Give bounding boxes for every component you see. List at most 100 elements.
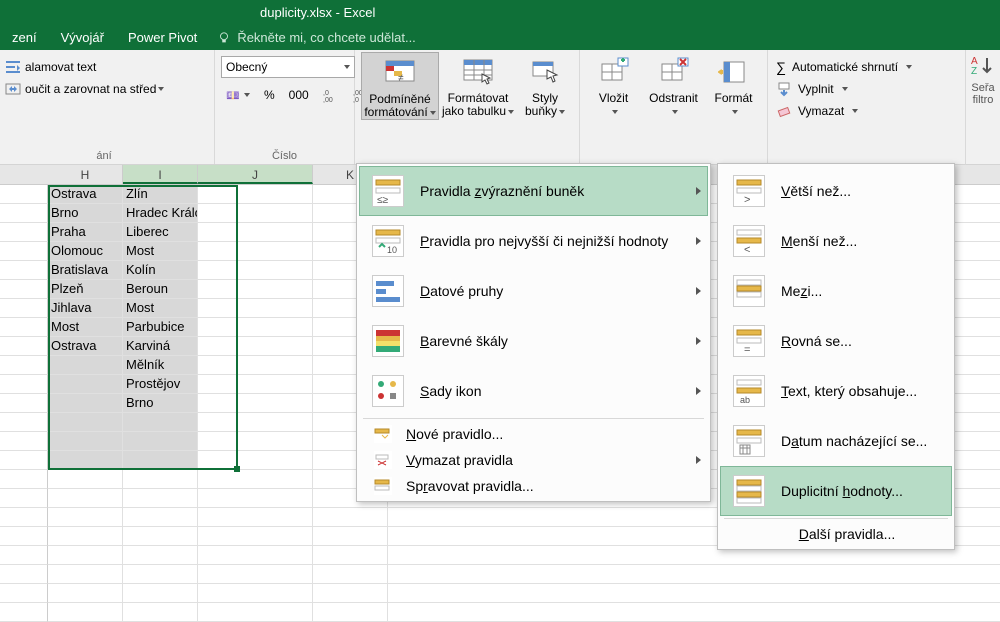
- insert-button[interactable]: Vložit: [586, 52, 641, 118]
- cell[interactable]: [313, 508, 388, 527]
- cell[interactable]: Most: [123, 242, 198, 261]
- fill-button[interactable]: Vyplnit: [774, 78, 850, 100]
- cell[interactable]: [123, 603, 198, 622]
- cell[interactable]: [198, 603, 313, 622]
- cell[interactable]: Hradec Králové: [123, 204, 198, 223]
- sort-filter-button[interactable]: A Z Seřa filtro: [965, 50, 1000, 165]
- autosum-button[interactable]: ∑ Automatické shrnutí: [774, 56, 914, 78]
- cell[interactable]: [198, 565, 313, 584]
- cell[interactable]: [48, 527, 123, 546]
- cell[interactable]: [198, 413, 313, 432]
- cell[interactable]: Plzeň: [48, 280, 123, 299]
- thousands-button[interactable]: 000: [285, 86, 313, 104]
- cell[interactable]: Most: [123, 299, 198, 318]
- menu-top-bottom-rules[interactable]: 10 Pravidla pro nejvyšší či nejnižší hod…: [359, 216, 708, 266]
- cell[interactable]: [48, 394, 123, 413]
- cell[interactable]: [198, 204, 313, 223]
- column-header[interactable]: J: [198, 165, 313, 184]
- cell[interactable]: Ostrava: [48, 185, 123, 204]
- cell[interactable]: [198, 242, 313, 261]
- cell[interactable]: [198, 470, 313, 489]
- cell[interactable]: Brno: [123, 394, 198, 413]
- menu-duplicate-values[interactable]: Duplicitní hodnoty...: [720, 466, 952, 516]
- percent-button[interactable]: %: [260, 86, 279, 104]
- cell-styles-button[interactable]: Styly buňky: [517, 52, 573, 118]
- cell[interactable]: Jihlava: [48, 299, 123, 318]
- cell[interactable]: [48, 546, 123, 565]
- ribbon-tab[interactable]: Power Pivot: [116, 26, 209, 49]
- currency-button[interactable]: 💷: [222, 85, 254, 105]
- cell[interactable]: Zlín: [123, 185, 198, 204]
- cell[interactable]: [198, 546, 313, 565]
- cell[interactable]: [123, 489, 198, 508]
- format-button[interactable]: Formát: [706, 52, 761, 118]
- menu-equal-to[interactable]: = Rovná se...: [720, 316, 952, 366]
- menu-manage-rules[interactable]: Spravovat pravidla...: [359, 473, 708, 499]
- cell[interactable]: Prostějov: [123, 375, 198, 394]
- menu-data-bars[interactable]: Datové pruhy: [359, 266, 708, 316]
- cell[interactable]: [123, 470, 198, 489]
- cell[interactable]: [198, 584, 313, 603]
- cell[interactable]: [198, 318, 313, 337]
- cell[interactable]: [313, 603, 388, 622]
- cell[interactable]: [198, 356, 313, 375]
- cell[interactable]: Bratislava: [48, 261, 123, 280]
- cell[interactable]: [123, 508, 198, 527]
- cell[interactable]: [123, 565, 198, 584]
- merge-center-button[interactable]: oučit a zarovnat na střed: [1, 79, 168, 99]
- cell[interactable]: Karviná: [123, 337, 198, 356]
- cell[interactable]: [48, 489, 123, 508]
- menu-more-rules[interactable]: Další pravidla...: [720, 521, 952, 547]
- menu-less-than[interactable]: < Menší než...: [720, 216, 952, 266]
- cell[interactable]: Most: [48, 318, 123, 337]
- cell[interactable]: [198, 185, 313, 204]
- cell[interactable]: Ostrava: [48, 337, 123, 356]
- cell[interactable]: [198, 261, 313, 280]
- menu-text-contains[interactable]: ab Text, který obsahuje...: [720, 366, 952, 416]
- format-as-table-button[interactable]: Formátovat jako tabulku: [439, 52, 517, 118]
- cell[interactable]: [48, 413, 123, 432]
- menu-greater-than[interactable]: > Větší než...: [720, 166, 952, 216]
- cell[interactable]: [48, 432, 123, 451]
- cell[interactable]: [313, 546, 388, 565]
- cell[interactable]: [198, 489, 313, 508]
- delete-button[interactable]: Odstranit: [641, 52, 706, 118]
- wrap-text-button[interactable]: alamovat text: [1, 57, 168, 77]
- menu-clear-rules[interactable]: Vymazat pravidla: [359, 447, 708, 473]
- column-header[interactable]: I: [123, 165, 198, 184]
- cell[interactable]: [198, 223, 313, 242]
- cell[interactable]: Praha: [48, 223, 123, 242]
- cell[interactable]: Olomouc: [48, 242, 123, 261]
- cell[interactable]: [198, 299, 313, 318]
- cell[interactable]: [123, 451, 198, 470]
- cell[interactable]: [123, 546, 198, 565]
- cell[interactable]: Liberec: [123, 223, 198, 242]
- cell[interactable]: [313, 527, 388, 546]
- column-header[interactable]: H: [48, 165, 123, 184]
- cell[interactable]: [198, 394, 313, 413]
- menu-icon-sets[interactable]: Sady ikon: [359, 366, 708, 416]
- cell[interactable]: [123, 413, 198, 432]
- cell[interactable]: [198, 432, 313, 451]
- cell[interactable]: [48, 603, 123, 622]
- cell[interactable]: [48, 565, 123, 584]
- conditional-formatting-button[interactable]: ≠ Podmíněné formátování: [361, 52, 439, 120]
- menu-date-occurring[interactable]: Datum nacházející se...: [720, 416, 952, 466]
- menu-between[interactable]: Mezi...: [720, 266, 952, 316]
- cell[interactable]: [123, 584, 198, 603]
- cell[interactable]: [198, 337, 313, 356]
- cell[interactable]: [198, 280, 313, 299]
- tell-me-search[interactable]: Řekněte mi, co chcete udělat...: [217, 30, 415, 45]
- ribbon-tab[interactable]: zení: [0, 26, 49, 49]
- cell[interactable]: [123, 432, 198, 451]
- cell[interactable]: [48, 375, 123, 394]
- increase-decimal-button[interactable]: ,0,00: [319, 85, 343, 105]
- cell[interactable]: Parbubice: [123, 318, 198, 337]
- cell[interactable]: [48, 356, 123, 375]
- cell[interactable]: [198, 508, 313, 527]
- cell[interactable]: [198, 451, 313, 470]
- cell[interactable]: [48, 508, 123, 527]
- ribbon-tab[interactable]: Vývojář: [49, 26, 116, 49]
- cell[interactable]: [198, 375, 313, 394]
- cell[interactable]: Kolín: [123, 261, 198, 280]
